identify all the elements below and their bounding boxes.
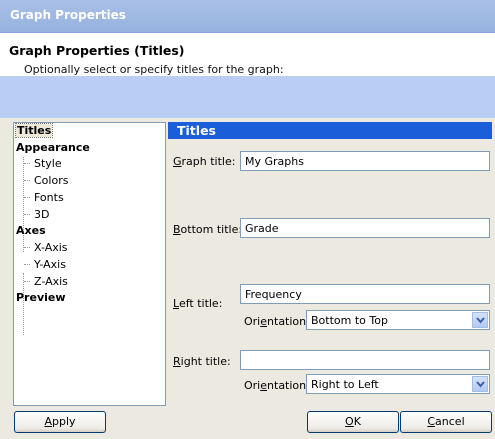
right-title-input[interactable] — [240, 350, 490, 370]
tree-item-fonts[interactable]: Fonts — [34, 191, 64, 204]
left-title-label: Left title: — [173, 297, 223, 310]
graph-title-input[interactable]: My Graphs — [240, 151, 490, 171]
category-tree[interactable]: Titles Appearance Style Colors Fonts 3D … — [13, 122, 166, 406]
chevron-down-icon[interactable] — [472, 312, 488, 328]
left-orientation-select[interactable]: Bottom to Top — [306, 310, 490, 330]
tree-item-y-axis[interactable]: Y-Axis — [34, 258, 66, 271]
tree-item-titles[interactable]: Titles — [14, 123, 54, 138]
graph-title-label: Graph title: — [173, 155, 236, 168]
right-orientation-select[interactable]: Right to Left — [306, 374, 490, 394]
cancel-button[interactable]: Cancel — [400, 411, 492, 433]
apply-button[interactable]: Apply — [14, 411, 106, 433]
tree-item-style[interactable]: Style — [34, 157, 62, 170]
header-subtitle: Optionally select or specify titles for … — [24, 63, 284, 76]
header-band — [0, 76, 495, 119]
tree-item-axes[interactable]: Axes — [16, 224, 46, 237]
left-orientation-label: Orientation: — [244, 315, 310, 328]
tree-item-x-axis[interactable]: X-Axis — [34, 241, 68, 254]
tree-item-preview[interactable]: Preview — [16, 291, 66, 304]
tree-item-z-axis[interactable]: Z-Axis — [34, 275, 68, 288]
tree-item-3d[interactable]: 3D — [34, 208, 49, 221]
chevron-down-icon[interactable] — [472, 376, 488, 392]
header-title: Graph Properties (Titles) — [9, 43, 185, 58]
tree-item-appearance[interactable]: Appearance — [16, 141, 90, 154]
bottom-title-label: Bottom title: — [173, 223, 243, 236]
right-title-label: Right title: — [173, 355, 231, 368]
ok-button[interactable]: OK — [307, 411, 399, 433]
panel-heading: Titles — [168, 122, 492, 139]
bottom-title-input[interactable]: Grade — [240, 218, 490, 238]
right-orientation-label: Orientation: — [244, 379, 310, 392]
window-title: Graph Properties — [10, 8, 126, 22]
title-bar[interactable]: Graph Properties — [0, 0, 495, 33]
left-title-input[interactable]: Frequency — [240, 284, 490, 304]
tree-item-colors[interactable]: Colors — [34, 174, 68, 187]
